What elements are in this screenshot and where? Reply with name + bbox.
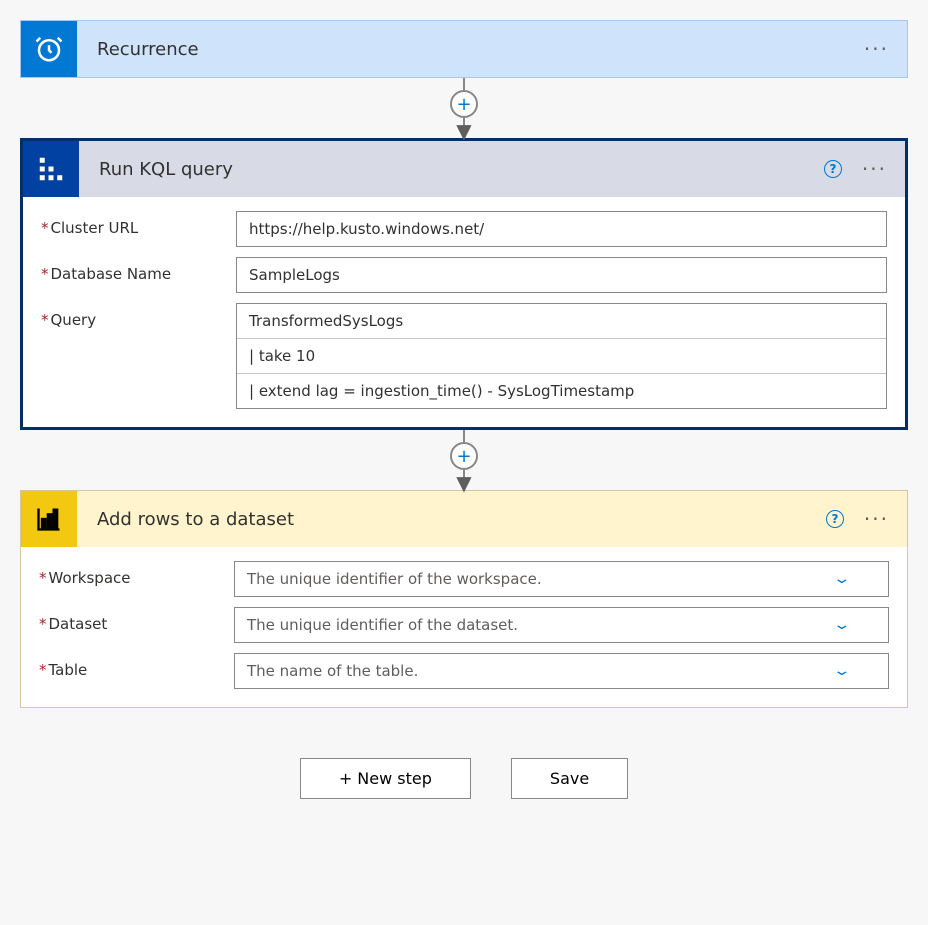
workspace-placeholder: The unique identifier of the workspace.	[247, 570, 542, 588]
dataset-help-icon[interactable]: ?	[826, 510, 844, 528]
recurrence-header[interactable]: Recurrence ···	[21, 21, 907, 77]
chevron-down-icon: ⌄	[833, 617, 852, 633]
dataset-icon-box	[21, 491, 77, 547]
add-step-plus-icon[interactable]: +	[450, 90, 478, 118]
dataset-title: Add rows to a dataset	[77, 509, 826, 530]
cluster-url-label: *Cluster URL	[41, 211, 236, 237]
cluster-url-input[interactable]	[236, 211, 887, 247]
kql-icon-box	[23, 141, 79, 197]
dataset-header[interactable]: Add rows to a dataset ? ···	[21, 491, 907, 547]
kql-help-icon[interactable]: ?	[824, 160, 842, 178]
chevron-down-icon: ⌄	[833, 663, 852, 679]
connector-1: + ▼	[20, 78, 908, 138]
query-line-1[interactable]: TransformedSysLogs	[237, 304, 886, 339]
query-input[interactable]: TransformedSysLogs | take 10 | extend la…	[236, 303, 887, 409]
dataset-body: *Workspace The unique identifier of the …	[21, 547, 907, 707]
recurrence-card: Recurrence ···	[20, 20, 908, 78]
recurrence-more-icon[interactable]: ···	[864, 37, 889, 61]
dataset-select[interactable]: The unique identifier of the dataset. ⌄	[234, 607, 889, 643]
kql-title: Run KQL query	[79, 159, 824, 180]
kql-body: *Cluster URL *Database Name *Query Trans…	[23, 197, 905, 427]
dataset-field-label: *Dataset	[39, 607, 234, 633]
table-label: *Table	[39, 653, 234, 679]
arrow-down-icon: ▼	[456, 124, 471, 138]
kql-card: Run KQL query ? ··· *Cluster URL *Databa…	[20, 138, 908, 430]
dataset-card: Add rows to a dataset ? ··· *Workspace T…	[20, 490, 908, 708]
query-line-2[interactable]: | take 10	[237, 339, 886, 374]
footer-buttons: + New step Save	[20, 758, 908, 799]
database-name-input[interactable]	[236, 257, 887, 293]
clock-icon	[34, 34, 64, 64]
bar-chart-icon	[35, 505, 63, 533]
arrow-down-icon: ▼	[456, 476, 471, 490]
chevron-down-icon: ⌄	[833, 571, 852, 587]
recurrence-icon-box	[21, 21, 77, 77]
dataset-placeholder: The unique identifier of the dataset.	[247, 616, 518, 634]
adx-icon	[36, 154, 66, 184]
query-line-3[interactable]: | extend lag = ingestion_time() - SysLog…	[237, 374, 886, 408]
save-button[interactable]: Save	[511, 758, 628, 799]
workspace-select[interactable]: The unique identifier of the workspace. …	[234, 561, 889, 597]
recurrence-title: Recurrence	[77, 39, 864, 60]
table-placeholder: The name of the table.	[247, 662, 418, 680]
connector-2: + ▼	[20, 430, 908, 490]
dataset-more-icon[interactable]: ···	[864, 507, 889, 531]
kql-more-icon[interactable]: ···	[862, 157, 887, 181]
kql-header[interactable]: Run KQL query ? ···	[23, 141, 905, 197]
workspace-label: *Workspace	[39, 561, 234, 587]
table-select[interactable]: The name of the table. ⌄	[234, 653, 889, 689]
new-step-button[interactable]: + New step	[300, 758, 471, 799]
add-step-plus-icon[interactable]: +	[450, 442, 478, 470]
query-label: *Query	[41, 303, 236, 329]
database-name-label: *Database Name	[41, 257, 236, 283]
